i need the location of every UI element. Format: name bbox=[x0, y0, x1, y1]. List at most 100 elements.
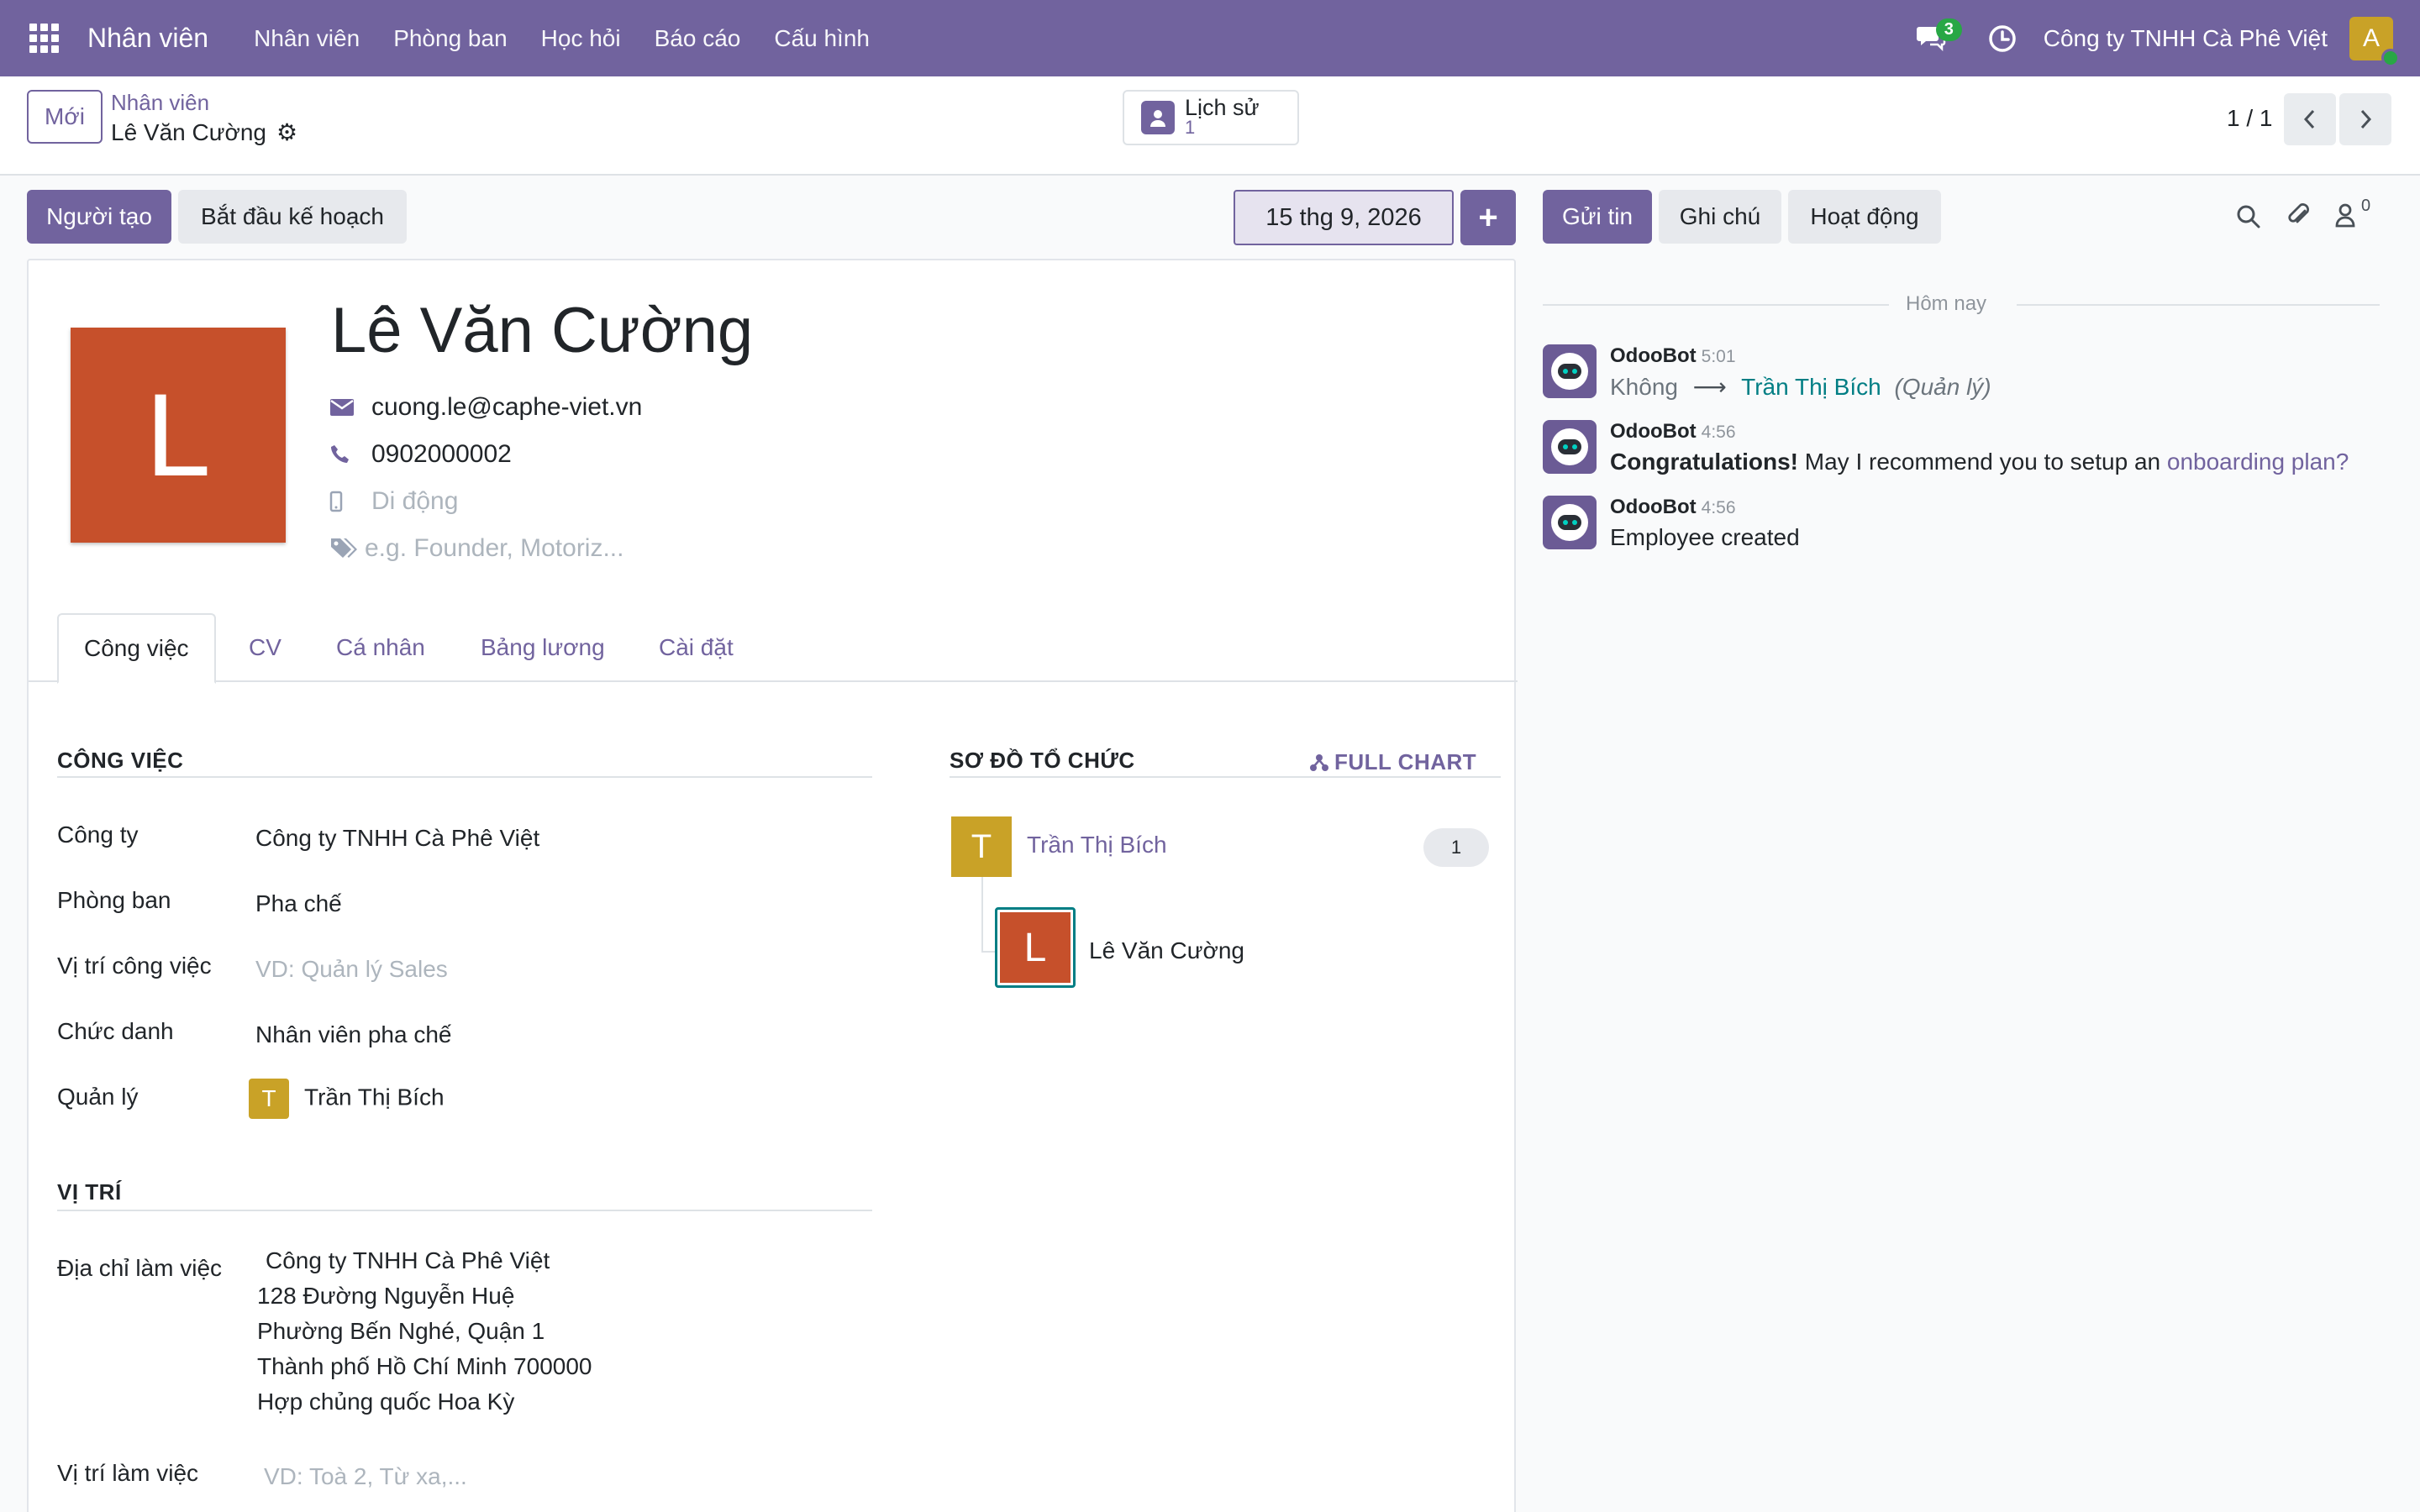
mobile-field[interactable]: Di động bbox=[371, 487, 458, 516]
tab-settings[interactable]: Cài đặt bbox=[659, 613, 734, 682]
tab-private-info[interactable]: Cá nhân bbox=[336, 613, 425, 682]
work-section-title: CÔNG VIỆC bbox=[57, 748, 184, 773]
onboarding-plan-link[interactable]: onboarding plan? bbox=[2167, 449, 2349, 475]
plan-date-field[interactable]: 15 thg 9, 2026 bbox=[1234, 190, 1454, 245]
org-manager-subordinates-badge[interactable]: 1 bbox=[1423, 828, 1489, 867]
odoobot-avatar[interactable] bbox=[1543, 344, 1597, 398]
address-line: Công ty TNHH Cà Phê Việt bbox=[266, 1247, 550, 1273]
top-navbar: Nhân viên Nhân viên Phòng ban Học hỏi Bá… bbox=[0, 0, 2420, 76]
phone-field[interactable]: 0902000002 bbox=[371, 440, 512, 469]
messages-icon[interactable]: 3 bbox=[1906, 13, 1962, 64]
org-manager-name[interactable]: Trần Thị Bích bbox=[1027, 832, 1167, 858]
tab-payroll[interactable]: Bảng lương bbox=[481, 613, 605, 682]
phone-icon bbox=[329, 444, 371, 465]
breadcrumb-current-label: Lê Văn Cường bbox=[111, 118, 266, 145]
job-title-label: Chức danh bbox=[57, 1018, 174, 1044]
location-section-divider bbox=[57, 1210, 872, 1211]
full-chart-button[interactable]: FULL CHART bbox=[1309, 749, 1476, 775]
work-location-label: Vị trí làm việc bbox=[57, 1460, 199, 1486]
history-smart-button[interactable]: Lịch sử 1 bbox=[1123, 90, 1299, 145]
user-avatar[interactable]: A bbox=[2349, 16, 2400, 67]
tab-work-info[interactable]: Công việc bbox=[57, 613, 216, 684]
activities-button[interactable]: Hoạt động bbox=[1788, 190, 1941, 244]
user-initial: A bbox=[2362, 24, 2380, 52]
message-body: Không ⟶ Trần Thị Bích (Quản lý) bbox=[1610, 374, 1991, 400]
chevron-right-icon bbox=[2360, 109, 2372, 129]
today-divider-left bbox=[1543, 304, 1889, 306]
message-body: Employee created bbox=[1610, 524, 1800, 550]
full-chart-label: FULL CHART bbox=[1334, 749, 1477, 774]
breadcrumb-parent[interactable]: Nhân viên bbox=[111, 90, 209, 116]
send-message-button[interactable]: Gửi tin bbox=[1543, 190, 1652, 244]
email-field[interactable]: cuong.le@caphe-viet.vn bbox=[371, 393, 642, 422]
app-menu-icon[interactable] bbox=[0, 0, 87, 76]
pager-next-button[interactable] bbox=[2339, 93, 2391, 145]
user-icon bbox=[2335, 203, 2355, 228]
tags-icon bbox=[329, 537, 365, 560]
org-connector-horizontal bbox=[981, 951, 995, 953]
department-label: Phòng ban bbox=[57, 887, 171, 913]
tags-field[interactable]: e.g. Founder, Motoriz... bbox=[365, 534, 623, 563]
menu-configuration[interactable]: Cấu hình bbox=[774, 25, 870, 52]
menu-departments[interactable]: Phòng ban bbox=[393, 25, 507, 52]
message-author[interactable]: OdooBot 5:01 bbox=[1610, 344, 1736, 368]
search-icon[interactable] bbox=[2232, 200, 2265, 234]
manager-label: Quản lý bbox=[57, 1084, 139, 1110]
history-label: Lịch sử bbox=[1185, 95, 1260, 120]
address-line: Hợp chủng quốc Hoa Kỳ bbox=[257, 1389, 515, 1415]
org-manager-avatar[interactable]: T bbox=[951, 816, 1012, 877]
company-field[interactable]: Công ty TNHH Cà Phê Việt bbox=[255, 825, 539, 852]
activity-clock-icon[interactable] bbox=[1981, 18, 2023, 60]
sitemap-icon bbox=[1310, 753, 1328, 771]
pager-previous-button[interactable] bbox=[2284, 93, 2336, 145]
log-note-button[interactable]: Ghi chú bbox=[1659, 190, 1781, 244]
job-position-label: Vị trí công việc bbox=[57, 953, 212, 979]
messages-count-badge: 3 bbox=[1935, 18, 1962, 41]
manager-name: Trần Thị Bích bbox=[304, 1084, 445, 1110]
org-connector-vertical bbox=[981, 877, 983, 953]
location-section-title: VỊ TRÍ bbox=[57, 1179, 122, 1205]
history-count: 1 bbox=[1185, 117, 1196, 138]
control-panel: Mới Nhân viên Lê Văn Cường ⚙ Lịch sử 1 1… bbox=[0, 76, 2420, 176]
pager-value[interactable]: 1 / 1 bbox=[2227, 105, 2272, 132]
tab-resume[interactable]: CV bbox=[249, 613, 281, 682]
work-address-label: Địa chỉ làm việc bbox=[57, 1255, 223, 1281]
chatter-message: OdooBot 4:56 Congratulations! May I recom… bbox=[1543, 420, 2391, 487]
job-position-field[interactable]: VD: Quản lý Sales bbox=[255, 956, 448, 983]
odoobot-avatar[interactable] bbox=[1543, 420, 1597, 474]
department-field[interactable]: Pha chế bbox=[255, 890, 342, 917]
tags-row: e.g. Founder, Motoriz... bbox=[329, 534, 623, 563]
menu-employees[interactable]: Nhân viên bbox=[254, 25, 360, 52]
start-plan-button[interactable]: Bắt đầu kế hoạch bbox=[178, 190, 407, 244]
followers-count: 0 bbox=[2361, 196, 2371, 215]
work-section-divider bbox=[57, 776, 872, 778]
manager-mini-avatar: T bbox=[249, 1079, 289, 1119]
chevron-left-icon bbox=[2303, 109, 2315, 129]
employee-avatar[interactable]: L bbox=[71, 328, 286, 543]
manager-field[interactable]: T Trần Thị Bích bbox=[249, 1079, 445, 1119]
followers-button[interactable]: 0 bbox=[2334, 197, 2380, 234]
mobile-row: Di động bbox=[329, 487, 458, 516]
phone-row: 0902000002 bbox=[329, 440, 512, 469]
add-plan-button[interactable]: + bbox=[1460, 190, 1516, 245]
menu-learning[interactable]: Học hỏi bbox=[541, 25, 621, 52]
work-address-field[interactable]: Công ty TNHH Cà Phê Việt 128 Đường Nguyễ… bbox=[257, 1243, 592, 1420]
message-author[interactable]: OdooBot 4:56 bbox=[1610, 496, 1736, 519]
job-title-field[interactable]: Nhân viên pha chế bbox=[255, 1021, 452, 1048]
today-divider-right bbox=[2017, 304, 2380, 306]
message-author[interactable]: OdooBot 4:56 bbox=[1610, 420, 1736, 444]
org-employee-avatar[interactable]: L bbox=[995, 907, 1076, 988]
company-switcher[interactable]: Công ty TNHH Cà Phê Việt bbox=[2044, 25, 2328, 52]
menu-reporting[interactable]: Báo cáo bbox=[655, 25, 741, 52]
odoobot-avatar[interactable] bbox=[1543, 496, 1597, 549]
message-body: Congratulations! May I recommend you to … bbox=[1610, 449, 2349, 475]
employee-name[interactable]: Lê Văn Cường bbox=[331, 294, 753, 367]
work-location-field[interactable]: VD: Toà 2, Từ xa,... bbox=[264, 1463, 467, 1490]
gear-icon[interactable]: ⚙ bbox=[276, 118, 297, 146]
app-name[interactable]: Nhân viên bbox=[87, 23, 208, 54]
creator-button[interactable]: Người tạo bbox=[27, 190, 171, 244]
new-button[interactable]: Mới bbox=[27, 90, 103, 144]
form-tabs: Công việc CV Cá nhân Bảng lương Cài đặt bbox=[29, 613, 1518, 684]
paperclip-icon[interactable] bbox=[2282, 198, 2316, 232]
breadcrumb-current: Lê Văn Cường ⚙ bbox=[111, 118, 297, 146]
